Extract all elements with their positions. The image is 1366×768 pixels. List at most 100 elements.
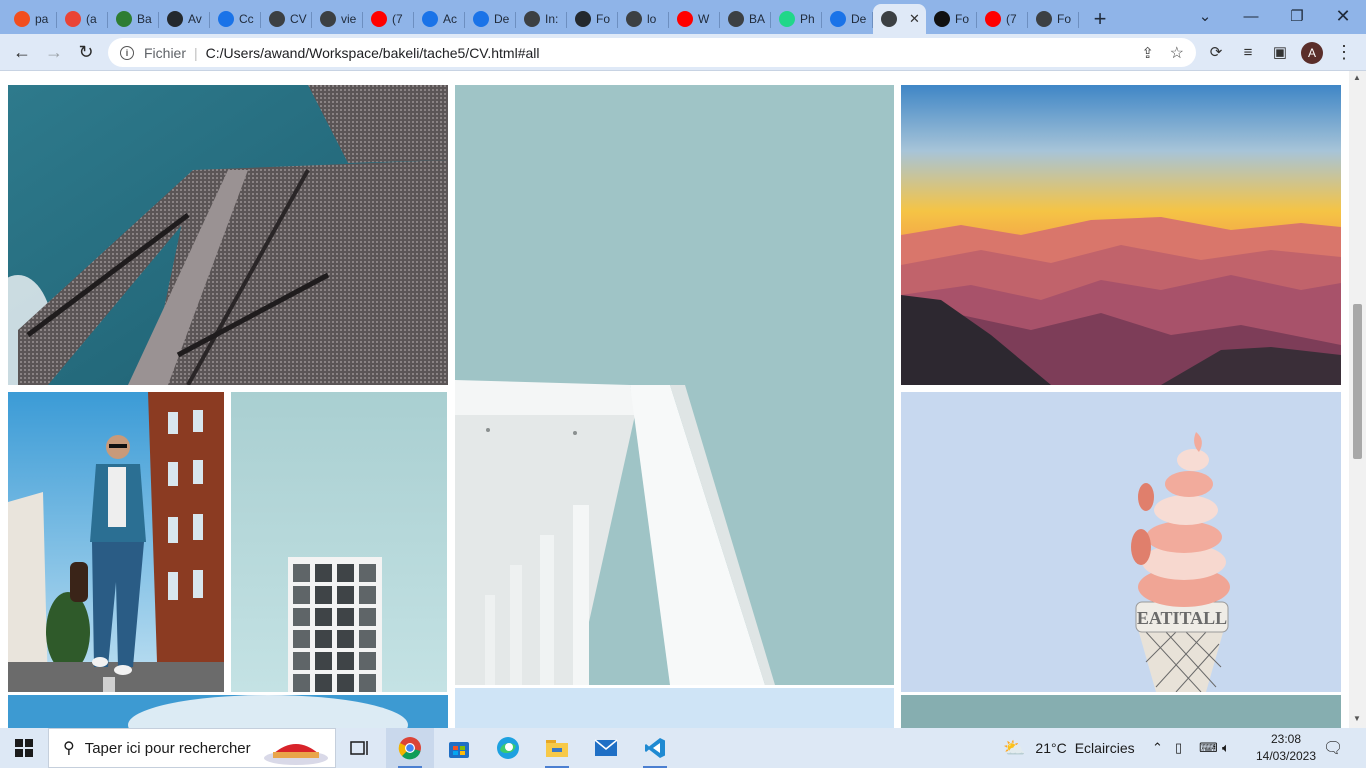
tower-window xyxy=(293,586,310,604)
browser-tab[interactable]: W xyxy=(669,5,720,33)
meet-now-icon[interactable]: ▯ xyxy=(1175,728,1182,768)
browser-tab[interactable]: Fo xyxy=(1028,5,1079,33)
scroll-up-icon[interactable]: ▲ xyxy=(1353,73,1361,82)
scroll-down-icon[interactable]: ▼ xyxy=(1353,714,1361,723)
browser-tab[interactable]: De xyxy=(465,5,516,33)
weather-temp: 21°C xyxy=(1035,740,1067,756)
tab-label: BA xyxy=(749,12,766,26)
volume-icon[interactable]: 🔈︎ xyxy=(1222,728,1230,768)
start-button[interactable] xyxy=(0,728,48,768)
system-clock[interactable]: 23:08 14/03/2023 xyxy=(1248,731,1324,765)
store-taskbar-icon[interactable] xyxy=(435,728,483,768)
bakeli-icon xyxy=(116,11,132,27)
search-icon: ⚲ xyxy=(63,740,75,757)
tower-window xyxy=(359,608,376,626)
tab-label: pa xyxy=(35,12,49,26)
browser-tab[interactable]: (7 xyxy=(363,5,414,33)
browser-toolbar: ← → ↻ i Fichier | C:/Users/awand/Workspa… xyxy=(0,34,1366,71)
browser-tab[interactable]: Ba xyxy=(108,5,159,33)
browser-tab[interactable]: lo xyxy=(618,5,669,33)
photo-mountain-sunset[interactable] xyxy=(901,85,1341,385)
photo-brick-building[interactable] xyxy=(8,85,448,385)
browser-tab[interactable]: CV xyxy=(261,5,312,33)
globe-icon xyxy=(524,11,540,27)
chrome-taskbar-icon[interactable] xyxy=(386,728,434,768)
photo-white-canopy[interactable] xyxy=(455,85,894,685)
browser-tab[interactable]: De xyxy=(822,5,873,33)
globe-icon xyxy=(728,11,744,27)
sky-partial-image xyxy=(8,695,448,728)
tab-label: Fo xyxy=(955,12,970,26)
photo-ice-cream-sign[interactable]: EATITALL xyxy=(901,392,1341,692)
vscode-taskbar-icon[interactable] xyxy=(631,728,679,768)
ice-cream-sign-image: EATITALL xyxy=(901,392,1341,692)
forward-icon[interactable]: → xyxy=(38,36,70,68)
pie-illustration-icon xyxy=(264,744,328,765)
menu-kebab-icon[interactable]: ⋮ xyxy=(1333,41,1355,63)
tower-window xyxy=(337,674,354,692)
tab-label: De xyxy=(494,12,510,26)
new-tab-button[interactable]: + xyxy=(1085,4,1115,34)
side-panel-icon[interactable]: ▣ xyxy=(1269,41,1291,63)
browser-tab[interactable]: (7 xyxy=(977,5,1028,33)
browser-tab[interactable]: vie xyxy=(312,5,363,33)
browser-tab[interactable]: In: xyxy=(516,5,567,33)
photo-teal-partial[interactable] xyxy=(901,695,1341,728)
browser-tab[interactable]: Ac xyxy=(414,5,465,33)
file-explorer-taskbar-icon[interactable] xyxy=(533,728,581,768)
reload-icon[interactable]: ↻ xyxy=(70,36,102,68)
info-icon[interactable]: i xyxy=(120,45,134,60)
taskbar-search-box[interactable]: ⚲ Taper ici pour rechercher xyxy=(48,728,336,768)
scrollbar-thumb[interactable] xyxy=(1353,304,1362,459)
edge-taskbar-icon[interactable] xyxy=(484,728,532,768)
task-view-icon[interactable] xyxy=(336,728,384,768)
profile-avatar[interactable]: A xyxy=(1301,42,1323,64)
photo-sky-partial[interactable] xyxy=(8,695,448,728)
restore-icon[interactable]: ❐ xyxy=(1274,0,1320,32)
browser-tab[interactable]: Av xyxy=(159,5,210,33)
browser-tab[interactable]: Fo xyxy=(567,5,618,33)
tower-window xyxy=(359,674,376,692)
browser-tab[interactable]: pa xyxy=(6,5,57,33)
tower-window xyxy=(337,608,354,626)
url-text[interactable]: C:/Users/awand/Workspace/bakeli/tache5/C… xyxy=(206,45,540,61)
tab-strip: pa (a Ba Av Cc CV vie (7 Ac De In: Fo lo W BA Ph De ✕ Fo (7… xyxy=(0,0,1366,34)
tab-label: Cc xyxy=(239,12,254,26)
page-scrollbar[interactable]: ▲ ▼ xyxy=(1349,71,1366,728)
tab-label: Fo xyxy=(1057,12,1072,26)
photo-window-tower[interactable] xyxy=(231,392,447,692)
notifications-icon[interactable]: 🗨︎ xyxy=(1323,728,1343,768)
browser-tab[interactable]: Cc xyxy=(210,5,261,33)
back-icon[interactable]: ← xyxy=(6,36,38,68)
browser-tab[interactable]: (a xyxy=(57,5,108,33)
mountain-sunset-image xyxy=(901,85,1341,385)
tray-chevron-icon[interactable]: ⌃ xyxy=(1152,728,1163,768)
network-icon[interactable]: ⌨ xyxy=(1199,728,1218,768)
tower-window xyxy=(293,630,310,648)
browser-tab[interactable]: Ph xyxy=(771,5,822,33)
tab-label: CV xyxy=(290,12,307,26)
white-canopy-image xyxy=(455,85,894,685)
clock-date: 14/03/2023 xyxy=(1255,749,1317,763)
weather-widget[interactable]: ⛅ 21°C Eclaircies xyxy=(1003,728,1135,768)
photo-walking-man[interactable] xyxy=(8,392,224,692)
mail-taskbar-icon[interactable] xyxy=(582,728,630,768)
browser-tab[interactable]: Fo xyxy=(926,5,977,33)
share-icon[interactable]: ⇪ xyxy=(1141,44,1154,62)
close-tab-icon[interactable]: ✕ xyxy=(909,11,920,27)
browser-tab[interactable]: ✕ xyxy=(873,4,926,34)
tab-label: De xyxy=(851,12,867,26)
walking-man-image xyxy=(8,392,224,692)
address-bar[interactable]: i Fichier | C:/Users/awand/Workspace/bak… xyxy=(108,38,1196,67)
windows-logo-icon xyxy=(15,739,33,757)
bookmark-star-icon[interactable]: ☆ xyxy=(1170,43,1184,63)
weather-sun-cloud-icon: ⛅ xyxy=(1003,737,1026,758)
globe-icon xyxy=(320,11,336,27)
tab-search-icon[interactable]: ⌄ xyxy=(1182,0,1228,32)
photo-blue-partial[interactable] xyxy=(455,688,894,728)
extension-icon[interactable]: ⟳ xyxy=(1205,41,1227,63)
close-window-icon[interactable]: ✕ xyxy=(1320,0,1366,32)
browser-tab[interactable]: BA xyxy=(720,5,771,33)
media-control-icon[interactable]: ≡ xyxy=(1237,41,1259,63)
minimize-icon[interactable]: — xyxy=(1228,0,1274,32)
